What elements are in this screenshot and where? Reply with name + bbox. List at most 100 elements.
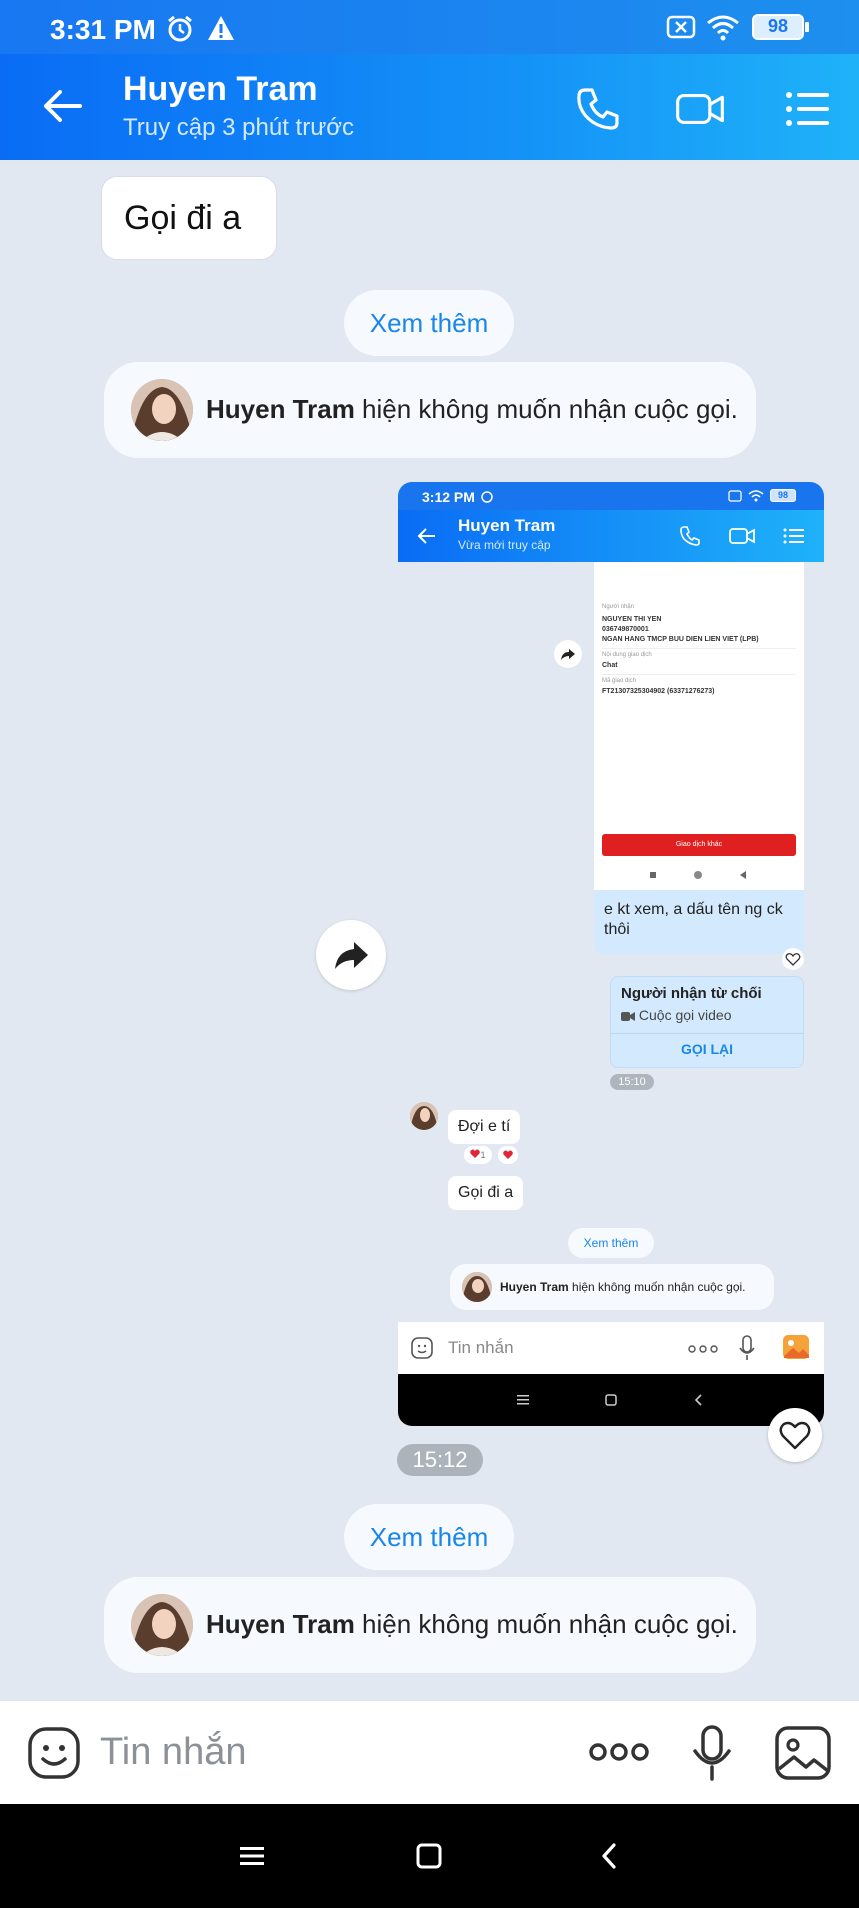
shot-call-declined-notice: Huyen Tram hiện không muốn nhận cuộc gọi… [450,1264,774,1310]
receipt-nav-square-icon [650,872,656,878]
call-declined-notice: Huyen Tram hiện không muốn nhận cuộc gọi… [104,362,756,458]
shot-heart-reaction-icon [503,1150,513,1159]
call-card-callback: GỌI LẠI [680,1041,734,1057]
shot-video-icon [729,528,755,544]
status-time: 3:31 PM [50,14,156,45]
shot-emoji-icon [411,1337,433,1359]
warning-icon [208,16,234,40]
shot-notice-message: hiện không muốn nhận cuộc gọi. [568,1280,746,1294]
more-dots-icon[interactable] [588,1739,650,1765]
wifi-icon [707,15,739,41]
call-card-title: Người nhận từ chối [621,985,762,1002]
shot-heart-reaction-icon [470,1149,481,1158]
no-sim-icon [666,15,696,39]
shot-notice-name: Huyen Tram [500,1280,569,1294]
shot-share-arrow-icon [561,649,575,660]
shot-more-dots-icon [688,1345,718,1353]
receipt-account: 036749870001 [602,626,649,633]
shot-microphone-icon [739,1335,755,1360]
shot-phone-icon [680,526,700,546]
battery-icon: 98 [752,14,804,40]
shot-avatar [410,1102,438,1130]
notice-message: hiện không muốn nhận cuộc gọi. [354,394,738,424]
receipt-divider [602,648,796,649]
receipt-other-transaction-button: Giao dịch khác [602,834,796,856]
shot-call-card: Người nhận từ chối Cuộc gọi video GỌI LẠ… [610,976,804,1068]
notice-text: Huyen Tram hiện không muốn nhận cuộc gọi… [206,1609,738,1640]
shot-message-bubble: Gọi đi a [448,1176,524,1210]
shot-reply-bubble: e kt xem, a dấu tên ng ck thôi [594,890,804,954]
last-seen: Truy cập 3 phút trước [123,114,354,141]
shot-heart-icon [785,953,801,966]
shot-input-placeholder: Tin nhắn [448,1338,514,1357]
menu-list-icon[interactable] [782,84,832,134]
shot-no-sim-icon [728,490,742,502]
call-card-subtitle: Cuộc gọi video [621,1007,732,1023]
see-more-button[interactable]: Xem thêm [344,1504,514,1570]
shot-reaction-badge: 1 [464,1146,492,1164]
shot-alarm-icon [481,491,493,503]
shot-last-seen: Vừa mới truy cập [458,538,551,552]
shot-wifi-icon [748,490,764,502]
shot-share-button [554,640,582,668]
notice-message: hiện không muốn nhận cuộc gọi. [354,1609,738,1639]
call-card-video-icon [621,1011,635,1021]
shot-notice-text: Huyen Tram hiện không muốn nhận cuộc gọi… [500,1280,746,1294]
shot-message-bubble: Đợi e tí [448,1110,521,1144]
system-nav-bar [0,1804,859,1908]
battery-tip [805,22,809,32]
back-chevron-icon[interactable] [596,1842,624,1870]
status-bar: 3:31 PM 98 [0,0,859,54]
shot-see-more: Xem thêm [568,1228,654,1258]
shot-contact-name: Huyen Tram [458,516,556,535]
receipt-content: Chat [602,662,618,669]
emoji-icon[interactable] [26,1725,82,1781]
see-more-button[interactable]: Xem thêm [344,290,514,356]
shot-battery-level: 98 [777,490,788,500]
chat-header: Huyen Tram Truy cập 3 phút trước [0,54,859,160]
battery-level: 98 [767,16,789,36]
share-arrow-icon [335,942,368,969]
avatar[interactable] [131,1594,193,1656]
shot-input-bar: Tin nhắn [398,1322,824,1374]
notice-name: Huyen Tram [206,1609,355,1639]
image-icon[interactable] [774,1725,832,1781]
menu-icon[interactable] [238,1842,266,1870]
message-input-bar: Tin nhắn [0,1700,859,1804]
shot-status-bar: 3:12 PM 98 [398,482,824,510]
shot-receipt: Người nhận NGUYEN THI YEN 036749870001 N… [594,562,804,890]
time-badge: 15:12 [397,1444,483,1476]
message-bubble[interactable]: Gọi đi a [101,176,277,260]
shot-time-badge: 15:10 [610,1074,654,1090]
call-declined-notice: Huyen Tram hiện không muốn nhận cuộc gọi… [104,1577,756,1673]
shot-nav-home-icon [605,1394,617,1406]
share-button[interactable] [316,920,386,990]
call-card-subtitle-text: Cuộc gọi video [638,1007,732,1023]
receipt-bank: NGAN HANG TMCP BUU DIEN LIEN VIET (LPB) [602,636,759,643]
receipt-label-content: Nội dung giao dịch [602,652,652,658]
microphone-icon[interactable] [690,1723,734,1783]
shot-status-time: 3:12 PM [422,489,475,505]
message-input[interactable]: Tin nhắn [100,1731,246,1774]
shot-back-arrow-icon [417,528,435,544]
shared-screenshot-image[interactable]: 3:12 PM 98 Huyen Tram Vừa mới truy cập N… [398,482,824,1426]
phone-icon[interactable] [573,84,623,134]
receipt-label-code: Mã giao dịch [602,678,637,684]
shot-reaction-button [498,1146,518,1164]
contact-name[interactable]: Huyen Tram [123,70,318,109]
notice-name: Huyen Tram [206,394,355,424]
shot-nav-menu-icon [517,1395,529,1405]
avatar[interactable] [131,379,193,441]
receipt-receiver-name: NGUYEN THI YEN [602,616,662,623]
heart-reaction-button[interactable] [768,1408,822,1462]
alarm-icon [168,15,192,42]
shot-image-icon [783,1335,809,1359]
video-icon[interactable] [675,84,725,134]
notice-text: Huyen Tram hiện không muốn nhận cuộc gọi… [206,394,738,425]
back-arrow-icon[interactable] [38,82,86,130]
home-square-icon[interactable] [415,1842,443,1870]
shot-header: Huyen Tram Vừa mới truy cập [398,510,824,562]
receipt-nav-back-icon [740,871,746,879]
receipt-nav-circle-icon [694,871,702,879]
shot-nav-back-icon [694,1394,702,1406]
